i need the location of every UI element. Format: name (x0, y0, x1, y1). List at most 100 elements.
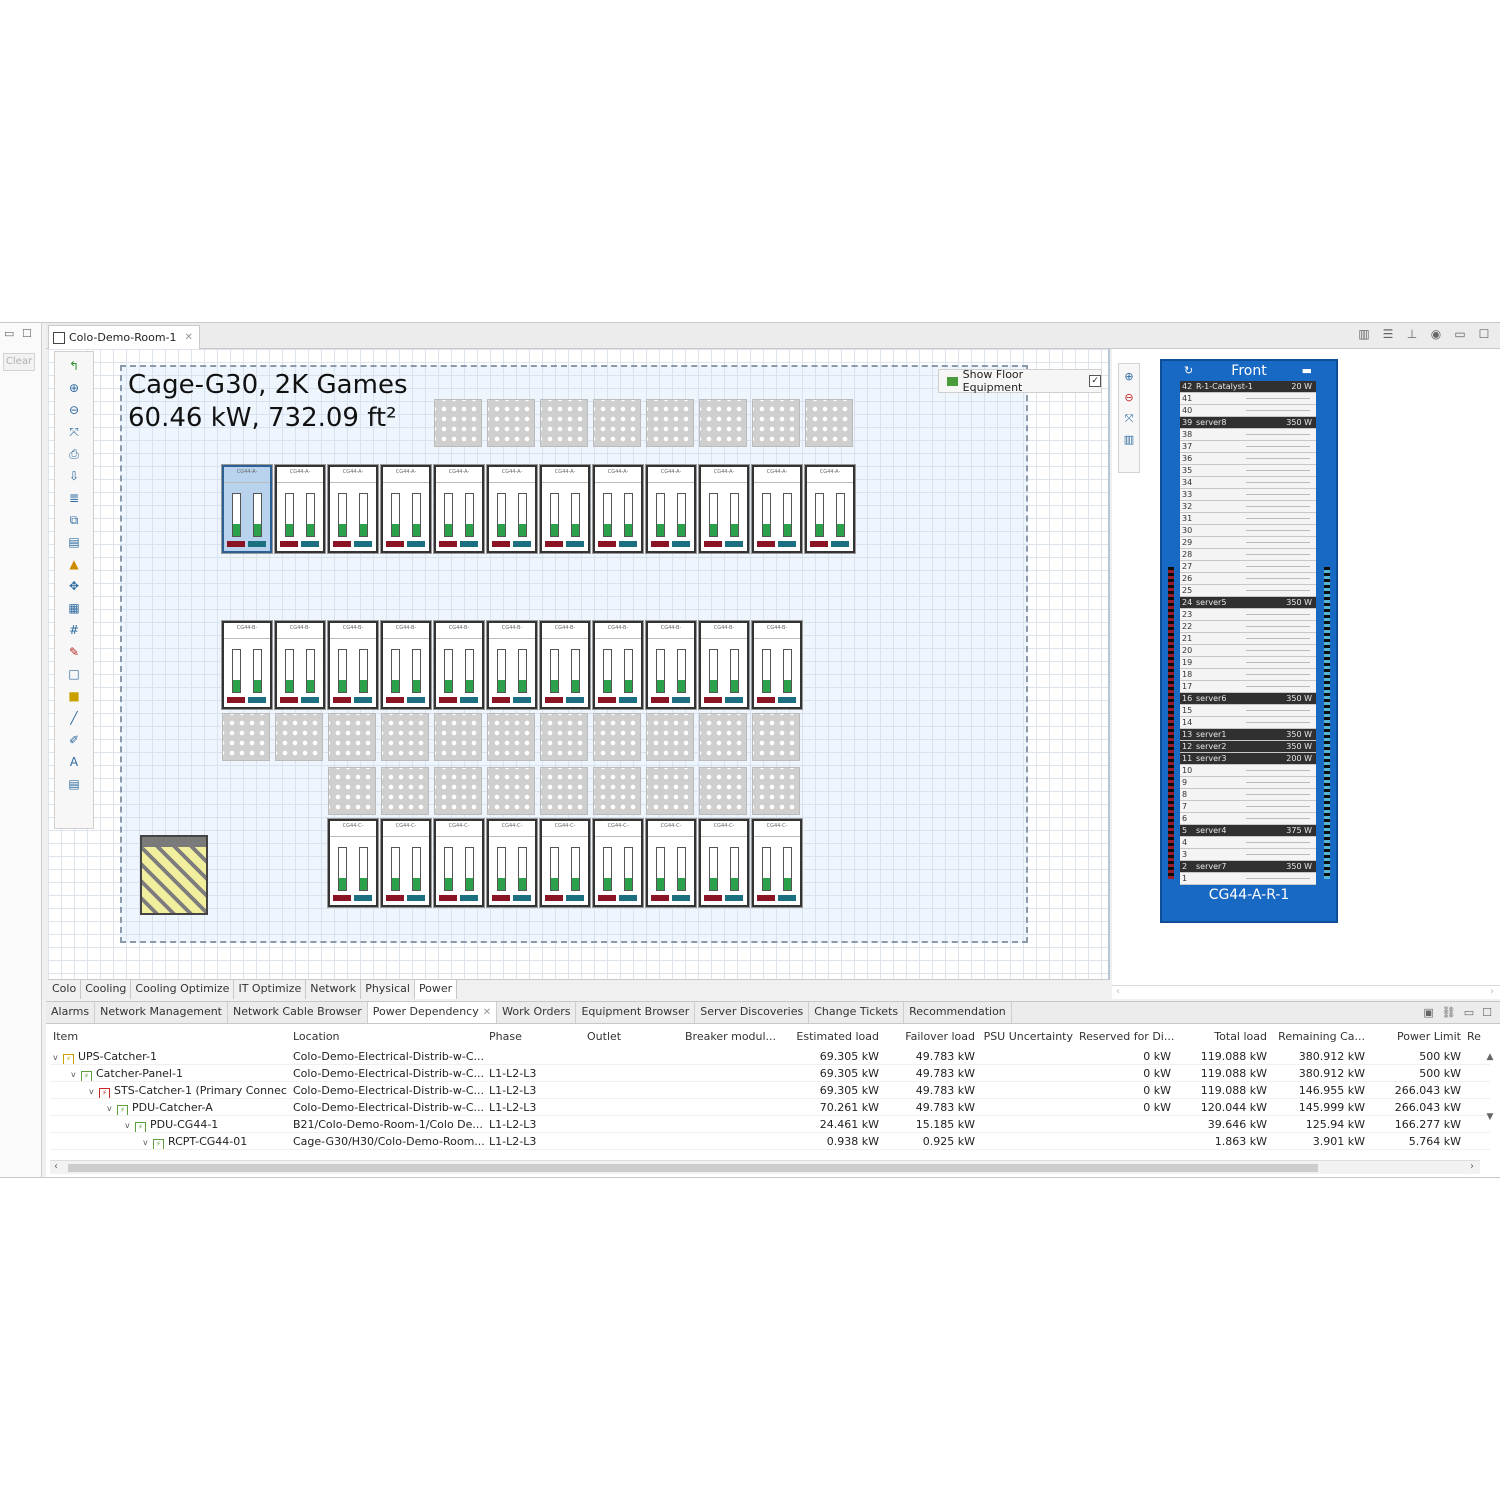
zoom-in-icon[interactable]: ⊕ (1121, 369, 1137, 385)
columns-icon[interactable]: ▥ (1121, 432, 1137, 448)
rack-device[interactable]: 16 server6 350 W (1180, 693, 1316, 705)
rack[interactable]: CG44-C- (593, 819, 643, 907)
column-header[interactable]: Phase (486, 1030, 584, 1046)
tab-change-tickets[interactable]: Change Tickets (809, 1002, 905, 1023)
minimize-icon[interactable]: ▭ (1452, 327, 1468, 341)
rack[interactable]: CG44-A- (487, 465, 537, 553)
vertical-scrollbar[interactable]: ▲ ▼ (1484, 1052, 1496, 1152)
maximize-icon[interactable]: ☐ (1476, 327, 1492, 341)
horizontal-scrollbar[interactable]: ‹ › (1112, 985, 1500, 999)
print-icon[interactable]: ⎙ (64, 446, 84, 462)
column-header[interactable]: Estimated load (786, 1030, 882, 1046)
close-icon[interactable]: ✕ (483, 1007, 491, 1018)
column-header[interactable]: Remaining Ca... (1270, 1030, 1368, 1046)
rack[interactable]: CG44-B- (275, 621, 325, 709)
monitor-icon[interactable]: ▣ (1423, 1006, 1433, 1019)
show-floor-equipment-toggle[interactable]: Show Floor Equipment ✓ (938, 368, 1102, 394)
table-row[interactable]: v ⚡ PDU-CG44-1 B21/Colo-Demo-Room-1/Colo De… (50, 1116, 1490, 1133)
rack[interactable]: CG44-B- (487, 621, 537, 709)
rack[interactable]: CG44-B- (434, 621, 484, 709)
rack[interactable]: CG44-B- (752, 621, 802, 709)
tab-power[interactable]: Power (414, 980, 458, 999)
link-icon[interactable]: ⛓ (1442, 1006, 1456, 1019)
show-floor-checkbox[interactable]: ✓ (1089, 375, 1101, 387)
rack[interactable]: CG44-A- (540, 465, 590, 553)
tab-it-optimize[interactable]: IT Optimize (234, 980, 307, 999)
expand-toggle-icon[interactable]: v (125, 1117, 135, 1132)
rack[interactable]: CG44-C- (381, 819, 431, 907)
hierarchy-icon[interactable]: ⊥ (1404, 327, 1420, 341)
tab-physical[interactable]: Physical (361, 980, 415, 999)
column-header[interactable]: Power Limit (1368, 1030, 1464, 1046)
tab-colo[interactable]: Colo (48, 980, 82, 999)
rack[interactable]: CG44-A- (328, 465, 378, 553)
rack[interactable]: CG44-B- (328, 621, 378, 709)
column-header[interactable]: Re (1464, 1030, 1494, 1046)
tab-power-dependency[interactable]: Power Dependency ✕ (367, 1002, 498, 1023)
paint-icon[interactable]: ✎ (64, 644, 84, 660)
rack-device[interactable]: 11 server3 200 W (1180, 753, 1316, 765)
horizontal-scrollbar[interactable]: ‹ › (50, 1160, 1480, 1174)
rack[interactable]: CG44-A- (752, 465, 802, 553)
expand-toggle-icon[interactable]: v (89, 1083, 99, 1098)
move-icon[interactable]: ✥ (64, 578, 84, 594)
column-header[interactable]: Item (50, 1030, 290, 1046)
rack[interactable]: CG44-C- (646, 819, 696, 907)
column-header[interactable]: Total load (1174, 1030, 1270, 1046)
rack[interactable]: CG44-A- (805, 465, 855, 553)
rack[interactable]: CG44-A- (222, 465, 272, 553)
tab-equipment-browser[interactable]: Equipment Browser (576, 1002, 696, 1023)
minimize-icon[interactable]: ▭ (1464, 1006, 1474, 1019)
rack-device[interactable]: 2 server7 350 W (1180, 861, 1316, 873)
layout-icon[interactable]: ▥ (1356, 327, 1372, 341)
floor-plan-canvas[interactable]: Cage-G30, 2K Games 60.46 kW, 732.09 ft² … (48, 349, 1110, 981)
edit-icon[interactable]: ✐ (64, 732, 84, 748)
column-header[interactable]: Location (290, 1030, 486, 1046)
close-icon[interactable]: ✕ (185, 332, 193, 343)
table-icon[interactable]: ▤ (64, 776, 84, 792)
tab-alarms[interactable]: Alarms (46, 1002, 96, 1023)
copy-icon[interactable]: ⧉ (64, 512, 84, 528)
tab-recommendation[interactable]: Recommendation (904, 1002, 1012, 1023)
rotate-icon[interactable]: ↻ (1184, 361, 1193, 381)
rack[interactable]: CG44-C- (328, 819, 378, 907)
lock-icon[interactable]: ▲ (64, 556, 84, 572)
table-row[interactable]: v ⚡ Catcher-Panel-1 Colo-Demo-Electrical-Di… (50, 1065, 1490, 1082)
table-row[interactable]: v ⚡ PDU-Catcher-A Colo-Demo-Electrical-Dist… (50, 1099, 1490, 1116)
layers-icon[interactable]: ≣ (64, 490, 84, 506)
expand-toggle-icon[interactable]: v (53, 1049, 63, 1064)
collapse-icon[interactable]: ▬ (1302, 361, 1312, 381)
fit-icon[interactable]: ⤧ (1121, 411, 1137, 427)
rack[interactable]: CG44-B- (646, 621, 696, 709)
editor-tab-colo-demo-room[interactable]: Colo-Demo-Room-1 ✕ (48, 325, 200, 349)
fill-icon[interactable]: ■ (64, 688, 84, 704)
rack-device[interactable]: 24 server5 350 W (1180, 597, 1316, 609)
tab-network[interactable]: Network (306, 980, 362, 999)
tab-cooling-optimize[interactable]: Cooling Optimize (131, 980, 235, 999)
zoom-in-icon[interactable]: ⊕ (64, 380, 84, 396)
rack[interactable]: CG44-C- (540, 819, 590, 907)
clear-button[interactable]: Clear (3, 353, 35, 371)
maximize-icon[interactable]: ☐ (1482, 1006, 1492, 1019)
expand-toggle-icon[interactable]: v (143, 1134, 153, 1149)
zoom-out-icon[interactable]: ⊖ (64, 402, 84, 418)
rack-device[interactable]: 5 server4 375 W (1180, 825, 1316, 837)
rack[interactable]: CG44-C- (434, 819, 484, 907)
table-row[interactable]: v ⚡ STS-Catcher-1 (Primary Connec Colo-Demo… (50, 1082, 1490, 1099)
rack[interactable]: CG44-C- (699, 819, 749, 907)
export-icon[interactable]: ⇩ (64, 468, 84, 484)
table-row[interactable]: v ⚡ UPS-Catcher-1 Colo-Demo-Electrical-Dist… (50, 1048, 1490, 1065)
rack-device[interactable]: 39 server8 350 W (1180, 417, 1316, 429)
rack-elevation[interactable]: ↻ Front ▬ 42 R-1-Catalyst-1 20 W 41 40 39 serv… (1160, 359, 1338, 923)
column-header[interactable]: Outlet (584, 1030, 682, 1046)
tab-network-cable-browser[interactable]: Network Cable Browser (228, 1002, 368, 1023)
table-row[interactable]: v ⚡ RCPT-CG44-01 Cage-G30/H30/Colo-Demo-Roo… (50, 1133, 1490, 1150)
clipboard-icon[interactable]: ▤ (64, 534, 84, 550)
rack-device[interactable]: 42 R-1-Catalyst-1 20 W (1180, 381, 1316, 393)
rectangle-icon[interactable]: □ (64, 666, 84, 682)
text-icon[interactable]: A (64, 754, 84, 770)
rack-device[interactable]: 13 server1 350 W (1180, 729, 1316, 741)
column-header[interactable]: Reserved for Di... (1076, 1030, 1174, 1046)
tab-cooling[interactable]: Cooling (81, 980, 132, 999)
column-header[interactable]: Failover load (882, 1030, 978, 1046)
